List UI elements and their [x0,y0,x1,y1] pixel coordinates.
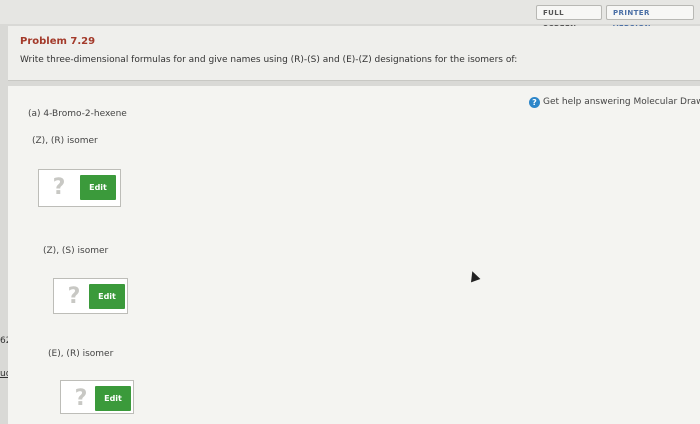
isomer-label: (E), (R) isomer [48,349,114,359]
part-a-label: (a) 4-Bromo-2-hexene [28,109,127,119]
question-content: ? Get help answering Molecular Draw (a) 4… [8,86,700,424]
help-link[interactable]: ? Get help answering Molecular Draw [529,97,700,108]
edit-button[interactable]: Edit [80,175,116,200]
molecule-drawing-widget[interactable]: ? Edit [53,278,128,314]
problem-title: Problem 7.29 [20,36,96,47]
printer-version-button[interactable]: PRINTER VERSION [606,5,694,32]
problem-instructions: Write three-dimensional formulas for and… [20,55,518,65]
help-link-label: Get help answering Molecular Draw [543,97,700,107]
question-mark-icon: ? [67,284,81,309]
top-toolbar: FULL SCREEN PRINTER VERSION [0,0,700,32]
edit-button[interactable]: Edit [89,284,125,309]
isomer-label: (Z), (S) isomer [43,246,109,256]
edit-button[interactable]: Edit [95,386,131,411]
molecule-drawing-widget[interactable]: ? Edit [60,380,134,414]
isomer-label: (Z), (R) isomer [32,136,98,146]
question-circle-icon: ? [529,97,540,108]
molecule-drawing-widget[interactable]: ? Edit [38,169,121,207]
problem-header: Problem 7.29 Write three-dimensional for… [8,26,700,81]
full-screen-button[interactable]: FULL SCREEN [536,5,602,32]
question-mark-icon: ? [52,175,66,200]
mouse-cursor-icon [467,269,481,283]
question-mark-icon: ? [74,386,88,411]
